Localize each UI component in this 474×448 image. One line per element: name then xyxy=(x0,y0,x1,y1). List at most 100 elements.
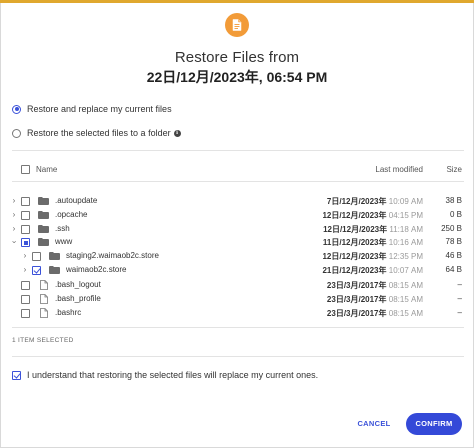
table-footer-divider xyxy=(12,327,464,328)
row-size: 64 B xyxy=(445,265,462,274)
row-date: 12日/12月/2023年 xyxy=(322,252,387,261)
chevron-right-icon[interactable]: › xyxy=(10,225,18,233)
folder-radio[interactable] xyxy=(12,128,21,138)
divider xyxy=(12,356,464,357)
row-name: .bashrc xyxy=(55,308,82,317)
row-name: .opcache xyxy=(55,210,88,219)
info-icon[interactable]: i xyxy=(173,129,181,137)
select-all-checkbox[interactable] xyxy=(21,165,30,174)
row-checkbox-checked[interactable] xyxy=(32,266,41,275)
table-header-divider xyxy=(12,181,464,182)
folder-icon xyxy=(38,225,49,233)
row-size: – xyxy=(457,294,462,303)
row-modified: 12日/12月/2023年 12:35 PM xyxy=(322,251,423,262)
row-date: 12日/12月/2023年 xyxy=(322,211,387,220)
file-icon xyxy=(40,280,48,290)
row-size: 38 B xyxy=(445,196,462,205)
row-name: www xyxy=(55,237,73,246)
acknowledge-checkbox[interactable] xyxy=(12,370,21,380)
row-modified: 12日/12月/2023年 04:15 PM xyxy=(322,210,423,221)
folder-icon xyxy=(38,238,49,246)
replace-radio[interactable] xyxy=(12,104,21,114)
table-row[interactable]: › .autoupdate 7日/12月/2023年 10:09 AM 38 B xyxy=(0,195,474,209)
row-size: – xyxy=(457,280,462,289)
row-name: .autoupdate xyxy=(55,196,98,205)
row-checkbox[interactable] xyxy=(21,197,30,206)
row-modified: 23日/3月/2017年 08:15 AM xyxy=(327,294,423,305)
row-checkbox[interactable] xyxy=(32,252,41,261)
row-name: .bash_profile xyxy=(55,294,101,303)
row-size: 250 B xyxy=(441,224,462,233)
divider xyxy=(12,150,464,151)
row-date: 12日/12月/2023年 xyxy=(323,225,388,234)
row-modified: 21日/12月/2023年 10:07 AM xyxy=(322,265,423,276)
row-name: staging2.waimaob2c.store xyxy=(66,251,159,260)
row-modified: 23日/3月/2017年 08:15 AM xyxy=(327,308,423,319)
table-row[interactable]: › www 11日/12月/2023年 10:16 AM 78 B xyxy=(0,236,474,250)
table-row[interactable]: .bash_profile 23日/3月/2017年 08:15 AM – xyxy=(0,293,474,307)
row-date: 21日/12月/2023年 xyxy=(322,266,387,275)
folder-icon xyxy=(38,211,49,219)
chevron-right-icon[interactable]: › xyxy=(21,252,29,260)
row-modified: 12日/12月/2023年 11:18 AM xyxy=(323,224,423,235)
option-restore-to-folder[interactable]: Restore the selected files to a folder i xyxy=(12,128,181,138)
row-name: .ssh xyxy=(55,224,70,233)
table-row[interactable]: .bashrc 23日/3月/2017年 08:15 AM – xyxy=(0,307,474,321)
row-time: 04:15 PM xyxy=(388,211,423,220)
restore-point-datetime: 22日/12月/2023年, 06:54 PM xyxy=(146,69,328,85)
row-time: 12:35 PM xyxy=(388,252,423,261)
row-size: 46 B xyxy=(445,251,462,260)
folder-label: Restore the selected files to a folder xyxy=(27,128,171,138)
row-checkbox[interactable] xyxy=(21,211,30,220)
chevron-right-icon[interactable]: › xyxy=(10,211,18,219)
row-size: – xyxy=(457,308,462,317)
row-name: .bash_logout xyxy=(55,280,101,289)
replace-label: Restore and replace my current files xyxy=(27,104,172,114)
folder-icon xyxy=(49,252,60,260)
row-time: 10:07 AM xyxy=(388,266,423,275)
restore-file-icon xyxy=(225,13,249,37)
row-checkbox-partial[interactable] xyxy=(21,238,30,247)
chevron-down-icon[interactable]: › xyxy=(10,238,19,246)
file-icon xyxy=(40,308,48,318)
dialog-title: Restore Files from xyxy=(174,49,300,66)
row-time: 10:09 AM xyxy=(388,197,423,206)
row-checkbox[interactable] xyxy=(21,309,30,318)
row-modified: 11日/12月/2023年 10:16 AM xyxy=(323,237,423,248)
option-replace-files[interactable]: Restore and replace my current files xyxy=(12,104,172,114)
chevron-right-icon[interactable]: › xyxy=(10,197,18,205)
row-modified: 23日/3月/2017年 08:15 AM xyxy=(327,280,423,291)
row-checkbox[interactable] xyxy=(21,281,30,290)
cancel-button[interactable]: CANCEL xyxy=(352,416,396,432)
acknowledge-label: I understand that restoring the selected… xyxy=(27,370,319,380)
row-time: 11:18 AM xyxy=(389,225,423,234)
row-time: 08:15 AM xyxy=(388,281,423,290)
table-row[interactable]: .bash_logout 23日/3月/2017年 08:15 AM – xyxy=(0,279,474,293)
chevron-right-icon[interactable]: › xyxy=(21,266,29,274)
column-last-modified[interactable]: Last modified xyxy=(375,165,423,174)
row-date: 23日/3月/2017年 xyxy=(326,309,387,318)
row-checkbox[interactable] xyxy=(21,295,30,304)
row-name: waimaob2c.store xyxy=(66,265,127,274)
selection-count: 1 ITEM SELECTED xyxy=(12,337,74,344)
row-modified: 7日/12月/2023年 10:09 AM xyxy=(327,196,423,207)
row-size: 0 B xyxy=(449,210,462,219)
row-time: 08:15 AM xyxy=(388,309,423,318)
row-checkbox[interactable] xyxy=(21,225,30,234)
acknowledge-replace[interactable]: I understand that restoring the selected… xyxy=(12,370,318,380)
row-time: 10:16 AM xyxy=(388,238,423,247)
row-size: 78 B xyxy=(445,237,462,246)
row-date: 7日/12月/2023年 xyxy=(326,197,387,206)
file-icon xyxy=(40,294,48,304)
row-date: 11日/12月/2023年 xyxy=(322,238,387,247)
column-size[interactable]: Size xyxy=(446,165,462,174)
table-row[interactable]: › staging2.waimaob2c.store 12日/12月/2023年… xyxy=(0,250,474,264)
row-date: 23日/3月/2017年 xyxy=(326,281,387,290)
folder-icon xyxy=(49,266,60,274)
confirm-button[interactable]: CONFIRM xyxy=(406,413,462,435)
table-row[interactable]: › waimaob2c.store 21日/12月/2023年 10:07 AM… xyxy=(0,264,474,278)
row-date: 23日/3月/2017年 xyxy=(326,295,387,304)
column-name[interactable]: Name xyxy=(36,165,57,174)
table-row[interactable]: › .opcache 12日/12月/2023年 04:15 PM 0 B xyxy=(0,209,474,223)
table-row[interactable]: › .ssh 12日/12月/2023年 11:18 AM 250 B xyxy=(0,223,474,237)
